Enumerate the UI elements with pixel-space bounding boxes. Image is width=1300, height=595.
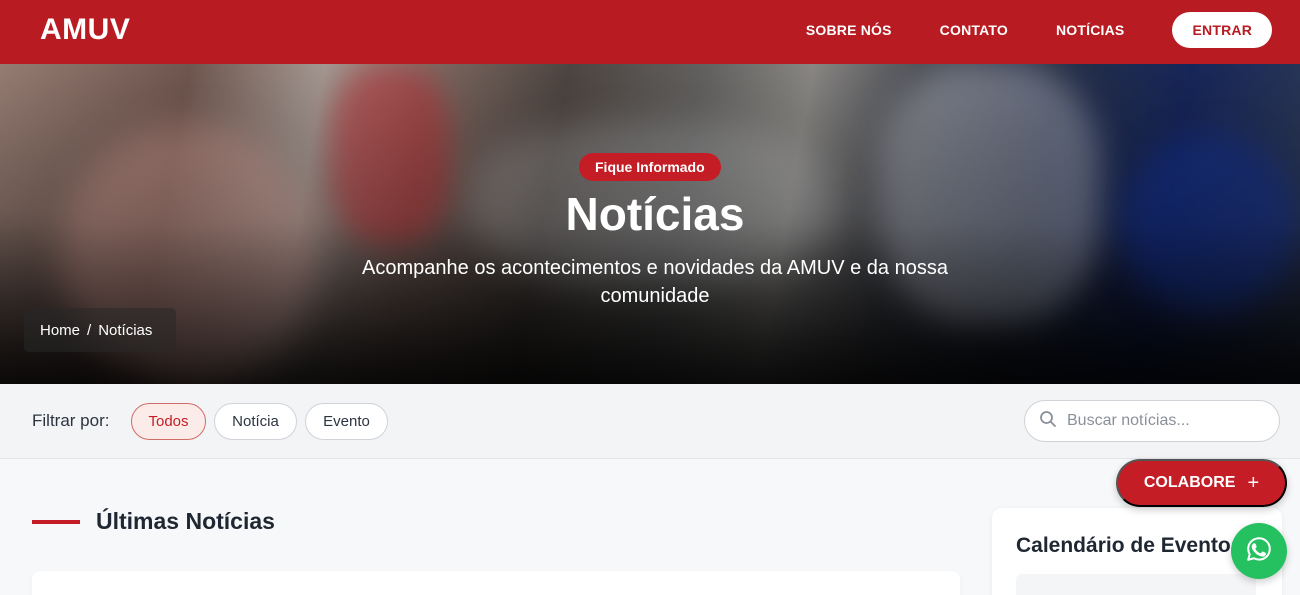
breadcrumb: Home / Notícias (24, 308, 176, 352)
section-title: Últimas Notícias (96, 508, 275, 534)
section-title-accent (32, 520, 80, 524)
whatsapp-button[interactable] (1231, 523, 1287, 579)
whatsapp-icon (1244, 534, 1274, 569)
main-nav: SOBRE NÓS CONTATO NOTÍCIAS ENTRAR (806, 12, 1272, 48)
filter-label: Filtrar por: (32, 411, 110, 430)
filter-chip-todos[interactable]: Todos (131, 403, 206, 440)
login-button[interactable]: ENTRAR (1172, 12, 1272, 48)
colabore-label: COLABORE (1143, 474, 1236, 491)
hero-banner: Fique Informado Notícias Acompanhe os ac… (0, 64, 1300, 384)
search-box[interactable] (1024, 400, 1280, 442)
calendar-title: Calendário de Eventos (1016, 534, 1243, 557)
breadcrumb-current: Notícias (98, 321, 153, 339)
hero-kicker-badge: Fique Informado (579, 153, 721, 181)
top-navbar: AMUV SOBRE NÓS CONTATO NOTÍCIAS ENTRAR (0, 0, 1300, 64)
page-subtitle: Acompanhe os acontecimentos e novidades … (362, 257, 948, 307)
colabore-button[interactable]: COLABORE + (1116, 459, 1287, 507)
plus-icon: + (1247, 471, 1260, 494)
nav-link-contato[interactable]: CONTATO (940, 22, 1008, 38)
filter-bar: Filtrar por: Todos Notícia Evento (0, 384, 1300, 459)
filter-chip-evento[interactable]: Evento (305, 403, 388, 440)
search-icon (1039, 410, 1057, 433)
search-input[interactable] (1067, 412, 1267, 430)
logo[interactable]: AMUV (40, 13, 130, 47)
news-card[interactable] (32, 571, 960, 595)
page-title: Notícias (565, 188, 745, 240)
breadcrumb-home[interactable]: Home (40, 322, 80, 339)
nav-link-sobre-nos[interactable]: SOBRE NÓS (806, 22, 892, 38)
nav-link-noticias[interactable]: NOTÍCIAS (1056, 22, 1125, 38)
filter-chip-noticia[interactable]: Notícia (214, 403, 297, 440)
breadcrumb-separator: / (87, 321, 92, 339)
calendar-body (1016, 574, 1256, 595)
